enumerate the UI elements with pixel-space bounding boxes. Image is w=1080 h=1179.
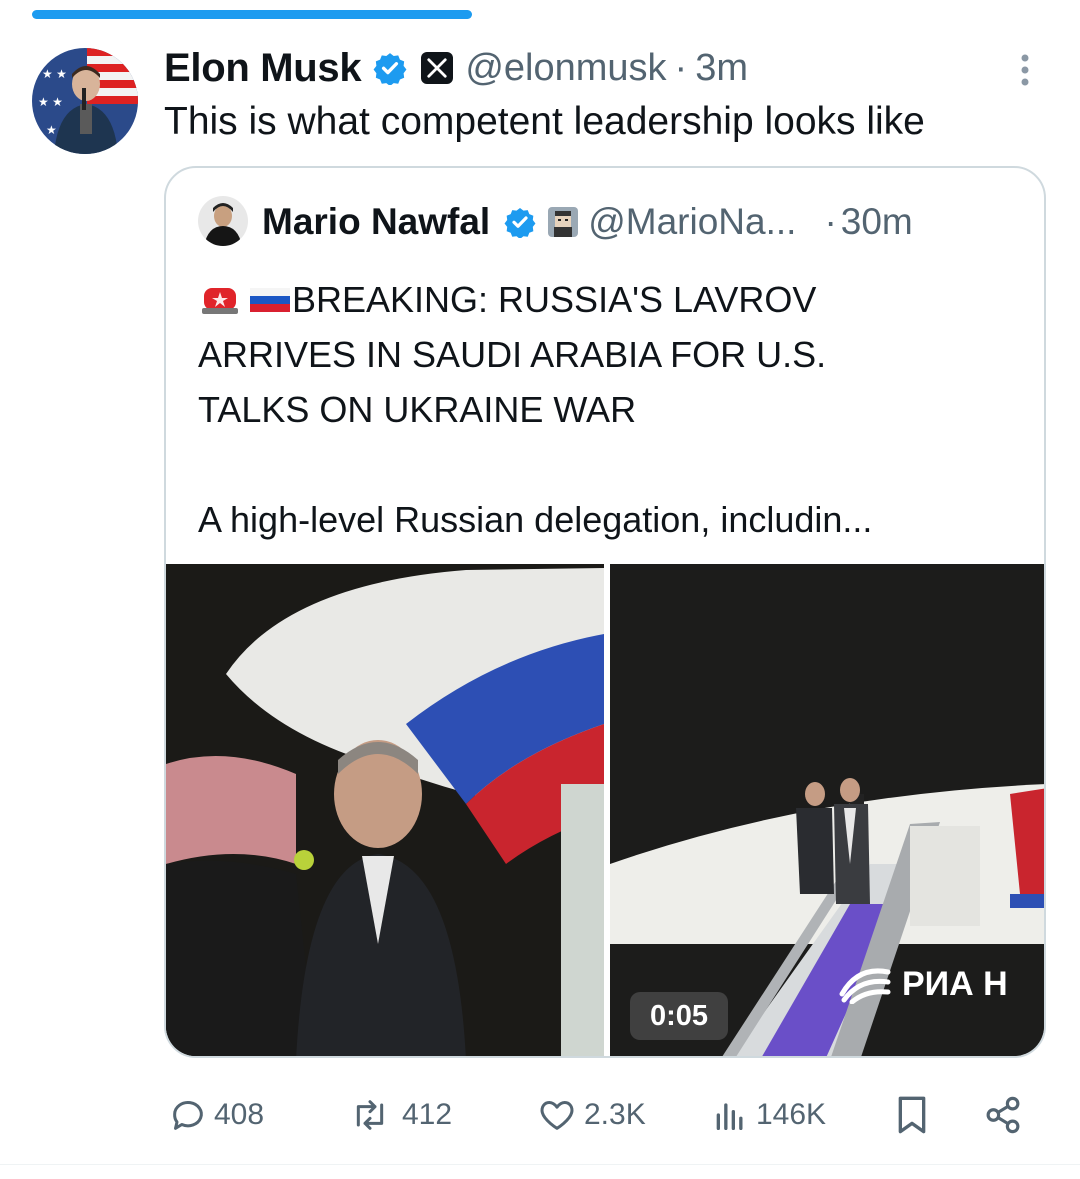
- separator-dot: ·: [674, 46, 688, 89]
- like-button[interactable]: 2.3K: [536, 1090, 646, 1140]
- quote-author-handle[interactable]: @MarioNa...: [588, 201, 796, 243]
- bookmark-button[interactable]: [892, 1090, 938, 1140]
- quote-text-line-1-text: BREAKING: RUSSIA'S LAVROV: [292, 279, 817, 320]
- quote-text-line-2: ARRIVES IN SAUDI ARABIA FOR U.S.: [198, 334, 827, 375]
- avatar[interactable]: ★ ★ ★ ★ ★: [32, 48, 138, 154]
- progress-bar: [0, 0, 1080, 22]
- like-count: 2.3K: [584, 1098, 646, 1131]
- views-count: 146K: [756, 1098, 827, 1131]
- heart-icon: [540, 1101, 574, 1130]
- progress-bar-fill: [32, 10, 472, 19]
- author-handle[interactable]: @elonmusk: [465, 47, 666, 90]
- svg-text:★ ★: ★ ★: [38, 95, 63, 109]
- post-time[interactable]: 3m: [695, 47, 748, 90]
- quote-text: BREAKING: RUSSIA'S LAVROV ARRIVES IN SAU…: [198, 272, 1028, 547]
- share-icon: [986, 1096, 1020, 1134]
- separator-dot: ·: [824, 201, 837, 242]
- views-button[interactable]: 146K: [710, 1090, 826, 1140]
- quote-author-name[interactable]: Mario Nawfal: [262, 201, 490, 243]
- quote-text-line-3: TALKS ON UKRAINE WAR: [198, 389, 637, 430]
- author-name[interactable]: Elon Musk: [164, 46, 362, 91]
- video-watermark: РИА Н: [838, 964, 1008, 1004]
- divider: [0, 1164, 1080, 1165]
- svg-text:★ ★: ★ ★: [42, 67, 67, 81]
- media-grid: 0:05 РИА Н: [166, 564, 1044, 1056]
- more-options-icon[interactable]: [1010, 50, 1040, 90]
- russia-flag-emoji: [250, 288, 290, 312]
- action-bar: 408 412 2.3K 146K: [0, 1090, 1080, 1140]
- verified-badge-icon: [373, 53, 407, 85]
- repost-count: 412: [402, 1098, 453, 1131]
- quoted-post[interactable]: Mario Nawfal @MarioNa... · 30m BREAKING:…: [164, 166, 1046, 1058]
- svg-text:★: ★: [46, 123, 57, 137]
- verified-badge-icon: [504, 208, 536, 238]
- watermark-text: РИА Н: [902, 964, 1008, 1003]
- share-button[interactable]: [982, 1090, 1030, 1140]
- reply-count: 408: [214, 1098, 265, 1131]
- affiliation-badge-icon: [548, 207, 579, 237]
- bookmark-icon: [898, 1096, 926, 1134]
- reply-button[interactable]: 408: [168, 1090, 264, 1140]
- repost-icon: [356, 1100, 384, 1130]
- views-icon: [716, 1103, 743, 1130]
- quote-text-line-1: BREAKING: RUSSIA'S LAVROV: [198, 272, 1028, 327]
- repost-button[interactable]: 412: [344, 1090, 452, 1140]
- tweet-text: This is what competent leadership looks …: [164, 100, 925, 143]
- x-affiliation-icon: [421, 52, 454, 84]
- reply-icon: [173, 1100, 203, 1130]
- quote-avatar[interactable]: [198, 196, 248, 246]
- police-light-emoji: [202, 288, 238, 314]
- ria-logo-icon: [839, 968, 891, 1004]
- quote-text-line-4: A high-level Russian delegation, includi…: [198, 499, 873, 540]
- quote-text-spacer: [198, 437, 1028, 492]
- video-duration-badge: 0:05: [630, 992, 728, 1040]
- media-image-left[interactable]: [166, 564, 604, 1056]
- quote-post-time[interactable]: 30m: [841, 201, 913, 243]
